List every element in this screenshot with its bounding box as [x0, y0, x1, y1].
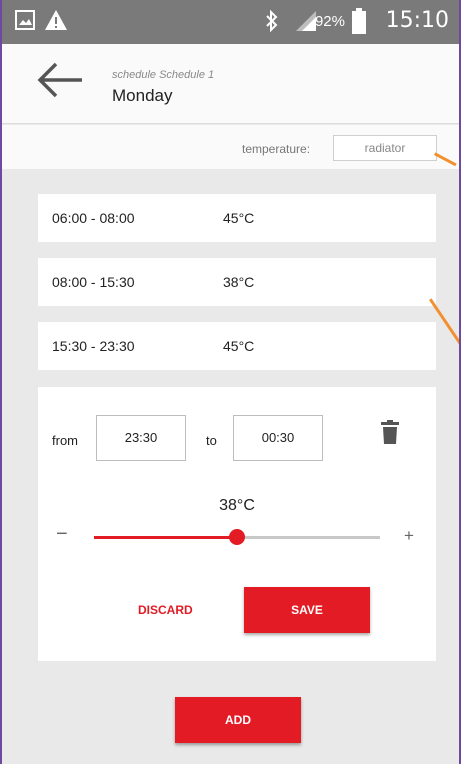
image-icon — [15, 10, 35, 30]
from-time-input[interactable]: 23:30 — [96, 415, 186, 461]
temperature-bar: temperature: radiator — [2, 125, 459, 169]
row-temperature: 45°C — [223, 338, 255, 354]
schedule-row[interactable]: 08:00 - 15:30 38°C — [38, 258, 436, 306]
to-time-input[interactable]: 00:30 — [233, 415, 323, 461]
decrease-button[interactable]: − — [56, 523, 68, 546]
time-range: 15:30 - 23:30 — [52, 338, 135, 354]
page-title: Monday — [112, 86, 173, 105]
increase-button[interactable]: + — [404, 526, 414, 546]
app-screen: 92% 15:10 schedule Schedule 1 Monday tem… — [0, 0, 461, 764]
row-temperature: 38°C — [223, 274, 255, 290]
temperature-value: 38°C — [219, 497, 255, 514]
save-button[interactable]: SAVE — [244, 587, 370, 633]
slider-thumb[interactable] — [229, 529, 245, 545]
page-subtitle: schedule Schedule 1 — [112, 69, 215, 81]
schedule-editor: from 23:30 to 00:30 38°C − + DISCARD SAV… — [38, 387, 436, 661]
warning-icon — [45, 10, 67, 30]
back-arrow-icon[interactable] — [36, 60, 84, 100]
battery-percent: 92% — [314, 13, 345, 30]
temperature-slider[interactable] — [94, 529, 380, 545]
temperature-label: temperature: — [242, 142, 311, 156]
discard-button[interactable]: DISCARD — [138, 603, 193, 617]
trash-icon[interactable] — [380, 420, 400, 444]
add-button[interactable]: ADD — [175, 697, 301, 743]
schedule-row[interactable]: 06:00 - 08:00 45°C — [38, 194, 436, 242]
row-temperature: 45°C — [223, 210, 255, 226]
time-range: 08:00 - 15:30 — [52, 274, 135, 290]
temperature-input[interactable]: radiator — [333, 135, 437, 161]
from-label: from — [52, 433, 78, 448]
clock: 15:10 — [385, 8, 449, 33]
slider-fill — [94, 536, 237, 539]
time-range: 06:00 - 08:00 — [52, 210, 135, 226]
app-header: schedule Schedule 1 Monday — [2, 44, 459, 124]
battery-icon — [352, 8, 366, 34]
status-bar: 92% 15:10 — [2, 0, 459, 44]
to-label: to — [206, 433, 217, 448]
bluetooth-icon — [266, 9, 278, 33]
schedule-row[interactable]: 15:30 - 23:30 45°C — [38, 322, 436, 370]
